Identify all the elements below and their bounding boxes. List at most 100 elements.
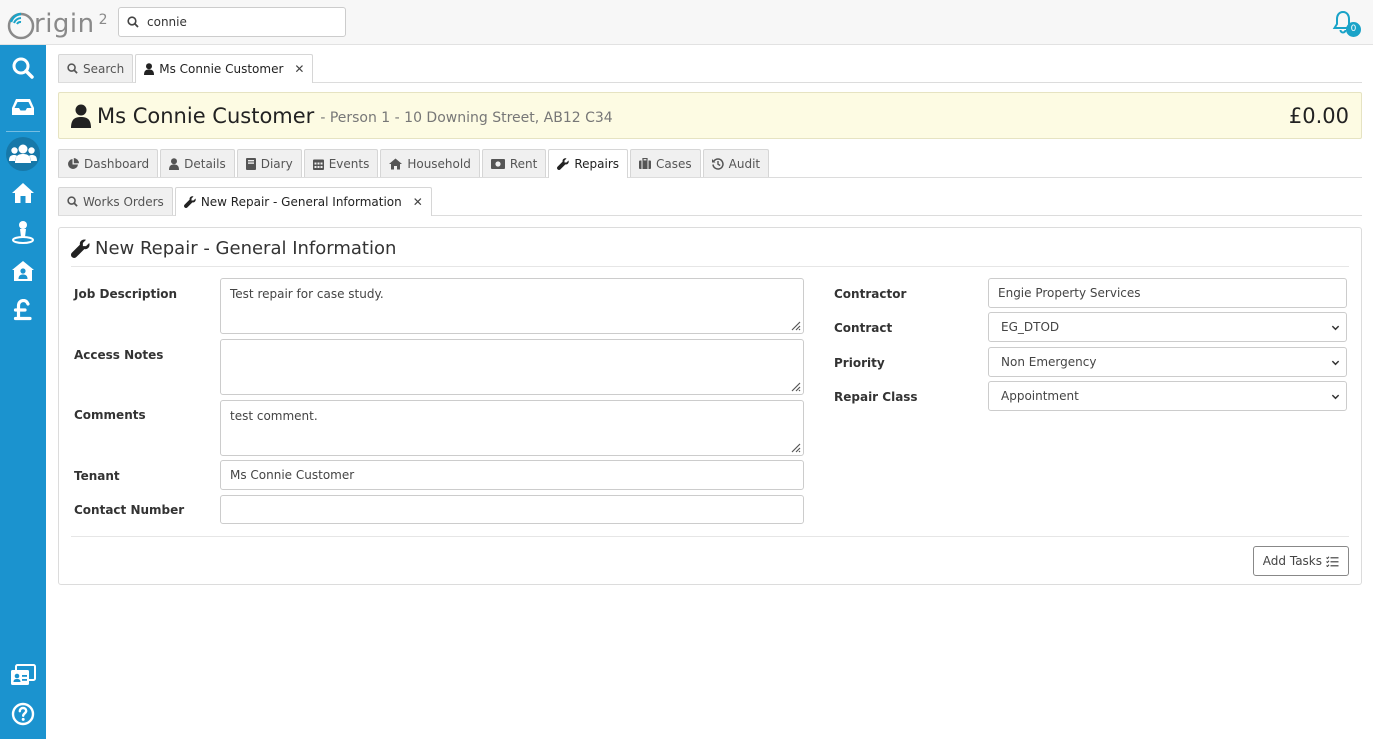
contact-number-input[interactable] — [220, 495, 804, 524]
divider — [71, 536, 1349, 537]
tab-audit[interactable]: Audit — [702, 149, 770, 177]
access-notes-textarea[interactable] — [220, 339, 804, 395]
home-icon — [12, 183, 34, 203]
comments-textarea[interactable]: test comment. — [220, 400, 804, 456]
tab-label: Search — [83, 61, 125, 76]
access-notes-label: Access Notes — [74, 348, 164, 362]
sidebar-item-contacts[interactable] — [6, 658, 40, 692]
comments-label: Comments — [74, 408, 146, 422]
resize-grip-icon[interactable] — [789, 380, 801, 392]
user-icon — [144, 63, 155, 75]
tasks-list-icon — [1326, 555, 1339, 567]
tenant-value: Ms Connie Customer — [230, 468, 355, 482]
tab-label: Events — [328, 156, 370, 171]
contact-number-label: Contact Number — [74, 503, 185, 517]
tab-label: Diary — [260, 156, 293, 171]
sidebar-divider — [6, 131, 40, 132]
workspace-tabs: Search Ms Connie Customer ✕ — [58, 54, 1362, 83]
job-description-textarea[interactable]: Test repair for case study. — [220, 278, 804, 334]
tab-label: Repairs — [574, 157, 620, 171]
tab-household[interactable]: Household — [380, 149, 480, 177]
tab-label: Details — [184, 156, 226, 171]
book-icon — [245, 157, 256, 170]
customer-balance: £0.00 — [1288, 103, 1349, 128]
calendar-icon — [312, 159, 324, 170]
tab-works-orders[interactable]: Works Orders — [58, 187, 173, 215]
search-icon — [12, 57, 34, 79]
tab-new-repair[interactable]: New Repair - General Information ✕ — [174, 187, 432, 216]
contract-select[interactable]: EG_DTOD — [988, 312, 1347, 342]
sidebar-item-search[interactable] — [6, 51, 40, 85]
tab-label: Ms Connie Customer — [159, 62, 284, 76]
global-search-box[interactable] — [118, 7, 346, 37]
pound-icon — [13, 299, 32, 321]
user-icon — [169, 157, 180, 170]
map-pin-user-icon — [12, 221, 34, 244]
tab-details[interactable]: Details — [160, 149, 235, 177]
global-search-input[interactable] — [147, 15, 327, 29]
tab-dashboard[interactable]: Dashboard — [58, 149, 159, 177]
sidebar-item-finance[interactable] — [6, 293, 40, 327]
wrench-icon — [557, 158, 570, 170]
panel-title: New Repair - General Information — [71, 238, 396, 259]
home-icon — [389, 158, 403, 169]
logo-text: rigin — [34, 9, 95, 39]
sidebar-item-housing[interactable] — [6, 254, 40, 288]
contract-label: Contract — [834, 321, 893, 335]
repair-class-select[interactable]: Appointment — [988, 381, 1347, 411]
users-icon — [9, 144, 37, 163]
customer-subtitle: - Person 1 - 10 Downing Street, AB12 C34 — [320, 109, 613, 126]
tenant-input[interactable]: Ms Connie Customer — [220, 460, 804, 490]
money-icon — [490, 158, 505, 169]
contractor-input[interactable]: Engie Property Services — [988, 278, 1347, 308]
sidebar-item-inbox[interactable] — [6, 90, 40, 124]
job-description-label: Job Description — [74, 287, 178, 301]
tab-label: Cases — [656, 156, 692, 171]
tab-label: Audit — [728, 156, 761, 171]
contract-value: EG_DTOD — [1001, 320, 1060, 334]
help-icon — [11, 702, 35, 726]
priority-value: Non Emergency — [1001, 355, 1097, 369]
chevron-down-icon — [1331, 360, 1340, 366]
tab-cases[interactable]: Cases — [630, 149, 701, 177]
tab-rent[interactable]: Rent — [481, 149, 547, 177]
section-tabs: Dashboard Details Diary Events Household… — [58, 149, 1362, 178]
notifications-button[interactable]: 0 — [1330, 9, 1361, 39]
tab-repairs[interactable]: Repairs — [548, 149, 629, 178]
sidebar — [0, 45, 46, 739]
divider — [71, 266, 1349, 267]
tenant-label: Tenant — [74, 469, 120, 483]
tab-search[interactable]: Search — [58, 54, 134, 82]
job-description-value: Test repair for case study. — [230, 287, 384, 301]
search-icon — [67, 196, 78, 207]
customer-name: Ms Connie Customer — [97, 103, 315, 128]
contractor-value: Engie Property Services — [998, 286, 1141, 300]
resize-grip-icon[interactable] — [789, 441, 801, 453]
close-icon[interactable]: ✕ — [413, 195, 423, 209]
tab-label: Household — [407, 156, 471, 171]
tab-label: Rent — [509, 156, 538, 171]
priority-select[interactable]: Non Emergency — [988, 347, 1347, 377]
address-card-icon — [11, 664, 36, 685]
app-logo[interactable]: rigin 2 — [6, 4, 108, 40]
panel-title-text: New Repair - General Information — [95, 238, 397, 259]
tab-events[interactable]: Events — [303, 149, 379, 177]
contractor-label: Contractor — [834, 287, 907, 301]
user-icon — [71, 104, 91, 128]
repairs-sub-tabs: Works Orders New Repair - General Inform… — [58, 187, 1362, 216]
logo-o-icon — [7, 12, 35, 40]
sidebar-item-help[interactable] — [6, 697, 40, 731]
search-icon — [127, 16, 139, 28]
sidebar-item-customers[interactable] — [6, 137, 40, 171]
sidebar-item-location[interactable] — [6, 215, 40, 249]
top-bar: rigin 2 0 — [0, 0, 1373, 45]
wrench-icon — [183, 196, 196, 208]
briefcase-icon — [639, 158, 652, 169]
tab-customer[interactable]: Ms Connie Customer ✕ — [135, 54, 314, 83]
resize-grip-icon[interactable] — [789, 319, 801, 331]
chevron-down-icon — [1331, 394, 1340, 400]
sidebar-item-properties[interactable] — [6, 176, 40, 210]
tab-diary[interactable]: Diary — [236, 149, 302, 177]
add-tasks-button[interactable]: Add Tasks — [1252, 546, 1349, 576]
close-icon[interactable]: ✕ — [294, 62, 304, 76]
